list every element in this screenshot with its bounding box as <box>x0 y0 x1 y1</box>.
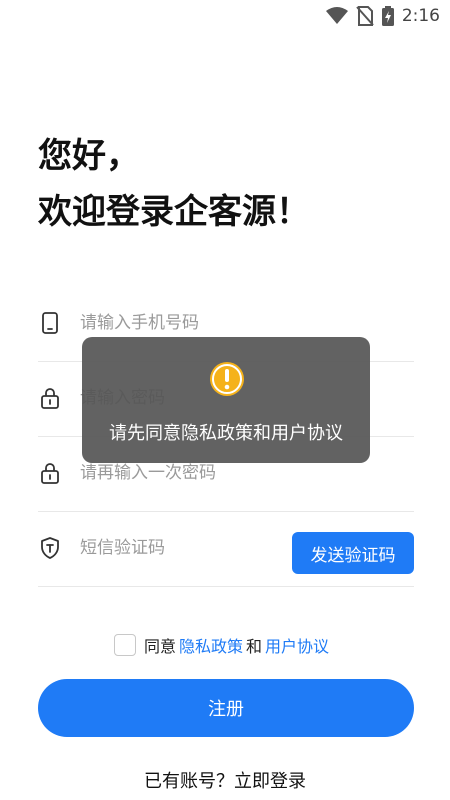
agreement-checkbox[interactable] <box>114 634 136 656</box>
status-time: 2:16 <box>401 6 440 26</box>
agreement-row: 同意 隐私政策 和 用户协议 <box>114 632 332 658</box>
page-title: 您好， 欢迎登录企客源！ <box>38 128 310 240</box>
send-code-button[interactable]: 发送验证码 <box>292 532 414 574</box>
sms-code-input[interactable] <box>80 530 270 566</box>
sms-code-field: 发送验证码 <box>38 512 414 587</box>
agreement-prefix: 同意 <box>144 637 177 656</box>
phone-icon <box>42 312 58 334</box>
toast-message: 请先同意隐私政策和用户协议 <box>82 337 370 463</box>
login-link[interactable]: 已有账号？立即登录 <box>0 767 450 793</box>
shield-icon <box>41 537 59 559</box>
agreement-and: 和 <box>246 637 263 656</box>
warning-icon <box>210 362 244 396</box>
greeting-line-1: 您好， <box>38 136 140 176</box>
privacy-policy-link[interactable]: 隐私政策 <box>179 633 243 657</box>
status-icons: 2:16 <box>325 4 440 28</box>
battery-charging-icon <box>381 6 394 26</box>
register-button[interactable]: 注册 <box>38 679 414 737</box>
wifi-icon <box>325 7 348 24</box>
phone-input[interactable] <box>80 305 320 341</box>
status-bar: 2:16 <box>0 0 450 32</box>
greeting-line-2: 欢迎登录企客源！ <box>38 192 310 232</box>
no-sim-icon <box>356 6 374 26</box>
lock-icon <box>41 463 59 484</box>
user-agreement-link[interactable]: 用户协议 <box>265 633 329 657</box>
toast-text: 请先同意隐私政策和用户协议 <box>109 423 343 444</box>
lock-icon <box>41 388 59 409</box>
